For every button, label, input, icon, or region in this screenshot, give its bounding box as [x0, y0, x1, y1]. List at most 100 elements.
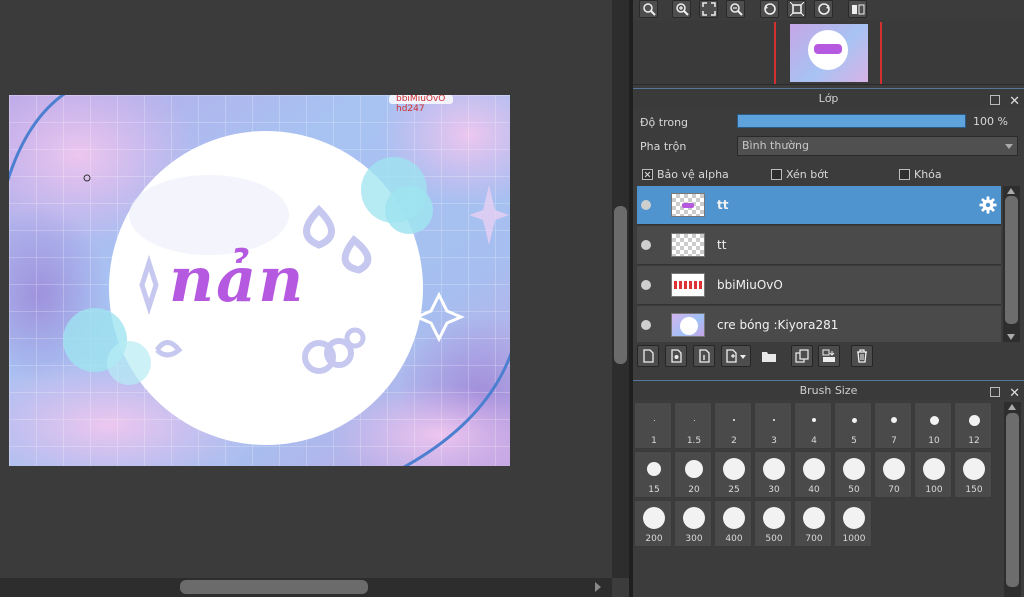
layer-row[interactable]: tt — [637, 186, 1001, 225]
layer-row[interactable]: bbiMiuOvO — [637, 266, 1001, 305]
brush-size-cell[interactable]: 5 — [834, 402, 872, 449]
brush-dot-icon — [812, 418, 816, 422]
reset-rotation-button[interactable] — [787, 0, 806, 18]
fit-screen-button[interactable] — [699, 0, 718, 18]
navigator-viewport-frame[interactable] — [774, 22, 882, 84]
brush-panel-title: Brush Size — [799, 384, 858, 397]
artwork-watermark-2: hd247 — [396, 104, 425, 114]
brush-size-cell[interactable]: 1.5 — [674, 402, 712, 449]
brush-size-cell[interactable]: 15 — [634, 451, 672, 498]
visibility-eye-icon[interactable] — [641, 240, 651, 250]
scroll-right-arrow-icon[interactable] — [595, 582, 601, 592]
brush-size-cell[interactable]: 40 — [794, 451, 832, 498]
brush-size-cell[interactable]: 12 — [954, 402, 992, 449]
canvas-area[interactable]: nản bbiMiuOvO hd247 — [0, 0, 612, 578]
duplicate-layer-button[interactable] — [791, 345, 813, 367]
new-folder-button[interactable] — [757, 345, 779, 367]
canvas-vertical-scroll-thumb[interactable] — [614, 206, 627, 364]
brush-size-label: 1000 — [842, 534, 866, 544]
visibility-eye-icon[interactable] — [641, 280, 651, 290]
brush-size-cell[interactable]: 4 — [794, 402, 832, 449]
layer-panel-header: Lớp ✕ — [633, 88, 1024, 108]
new-layer-button[interactable] — [637, 345, 659, 367]
artwork-canvas[interactable]: nản bbiMiuOvO hd247 — [9, 95, 510, 466]
thumbnail-word — [814, 44, 842, 54]
protect-alpha-box[interactable] — [642, 169, 653, 180]
brush-scroll-thumb[interactable] — [1006, 413, 1019, 587]
brush-size-cell[interactable]: 7 — [874, 402, 912, 449]
brush-size-cell[interactable]: 30 — [754, 451, 792, 498]
layer-toolbar — [637, 345, 1020, 371]
brush-size-cell[interactable]: 500 — [754, 500, 792, 547]
flip-icon — [852, 4, 865, 15]
brush-dot-icon — [851, 417, 857, 423]
brush-dot-icon — [647, 462, 661, 476]
brush-size-cell[interactable]: 150 — [954, 451, 992, 498]
brush-size-cell[interactable]: 25 — [714, 451, 752, 498]
zoom-actual-button[interactable] — [639, 0, 658, 18]
scroll-down-arrow-icon[interactable] — [1007, 334, 1015, 340]
gear-icon[interactable] — [979, 196, 997, 214]
brush-size-panel: Brush Size ✕ 1 1.5 2 3 4 5 7 10 12 15 20 25 30 40 50 70… — [633, 380, 1024, 597]
brush-size-cell[interactable]: 1000 — [834, 500, 872, 547]
zoom-in-button[interactable] — [672, 0, 691, 18]
rotate-right-button[interactable] — [814, 0, 833, 18]
new-page-icon — [643, 349, 654, 363]
zoom-out-button[interactable] — [726, 0, 745, 18]
lock-box[interactable] — [899, 169, 910, 180]
brush-size-cell[interactable]: 20 — [674, 451, 712, 498]
layer-thumbnail — [671, 233, 705, 257]
brush-size-scrollbar[interactable] — [1004, 402, 1021, 597]
brush-size-cell[interactable]: 300 — [674, 500, 712, 547]
add-layer-menu-button[interactable] — [721, 345, 751, 367]
artwork-word: nản — [169, 243, 306, 316]
visibility-eye-icon[interactable] — [641, 200, 651, 210]
brush-size-label: 1.5 — [686, 436, 702, 446]
brush-size-cell[interactable]: 100 — [914, 451, 952, 498]
close-icon[interactable]: ✕ — [1009, 95, 1020, 108]
scroll-up-arrow-icon[interactable] — [1007, 188, 1015, 194]
one-bit-page-icon — [699, 349, 710, 363]
layer-row[interactable]: tt — [637, 226, 1001, 265]
canvas-vertical-scrollbar[interactable] — [612, 0, 629, 578]
navigator-toolbar — [633, 0, 1024, 20]
popout-icon[interactable] — [989, 387, 1000, 397]
brush-size-cell[interactable]: 400 — [714, 500, 752, 547]
brush-size-cell[interactable]: 70 — [874, 451, 912, 498]
visibility-eye-icon[interactable] — [641, 320, 651, 330]
layer-row[interactable]: cre bóng :Kiyora281 — [637, 306, 1001, 342]
brush-size-label: 3 — [771, 436, 777, 446]
brush-size-cell[interactable]: 2 — [714, 402, 752, 449]
canvas-horizontal-scroll-thumb[interactable] — [180, 580, 368, 594]
brush-size-label: 1 — [651, 436, 657, 446]
brush-size-grid: 1 1.5 2 3 4 5 7 10 12 15 20 25 30 40 50 70 100 150 200 300 4… — [634, 402, 994, 550]
brush-size-cell[interactable]: 10 — [914, 402, 952, 449]
brush-size-cell[interactable]: 3 — [754, 402, 792, 449]
canvas-horizontal-scrollbar[interactable] — [0, 578, 612, 597]
layer-scroll-thumb[interactable] — [1005, 196, 1018, 324]
brush-dot-icon — [683, 507, 705, 529]
flip-horizontal-button[interactable] — [848, 0, 867, 18]
opacity-slider[interactable] — [737, 114, 966, 128]
layer-list-scrollbar[interactable] — [1003, 186, 1020, 342]
navigator-preview[interactable] — [633, 20, 1024, 85]
brush-size-cell[interactable]: 200 — [634, 500, 672, 547]
popout-icon[interactable] — [989, 95, 1000, 105]
layer-name: bbiMiuOvO — [717, 278, 783, 292]
layer-panel-title: Lớp — [818, 92, 839, 105]
merge-down-button[interactable] — [818, 345, 840, 367]
clip-box[interactable] — [771, 169, 782, 180]
new-halftone-layer-button[interactable] — [665, 345, 687, 367]
brush-size-cell[interactable]: 700 — [794, 500, 832, 547]
new-1bit-layer-button[interactable] — [693, 345, 715, 367]
rotate-left-button[interactable] — [760, 0, 779, 18]
chevron-down-icon — [1005, 144, 1013, 149]
close-icon[interactable]: ✕ — [1009, 387, 1020, 400]
brush-size-cell[interactable]: 50 — [834, 451, 872, 498]
scroll-up-arrow-icon[interactable] — [1008, 404, 1016, 410]
blend-mode-select[interactable]: Bình thường — [737, 136, 1018, 156]
brush-size-label: 2 — [731, 436, 737, 446]
brush-size-cell[interactable]: 1 — [634, 402, 672, 449]
clip-label: Xén bớt — [786, 168, 829, 181]
delete-layer-button[interactable] — [851, 345, 873, 367]
